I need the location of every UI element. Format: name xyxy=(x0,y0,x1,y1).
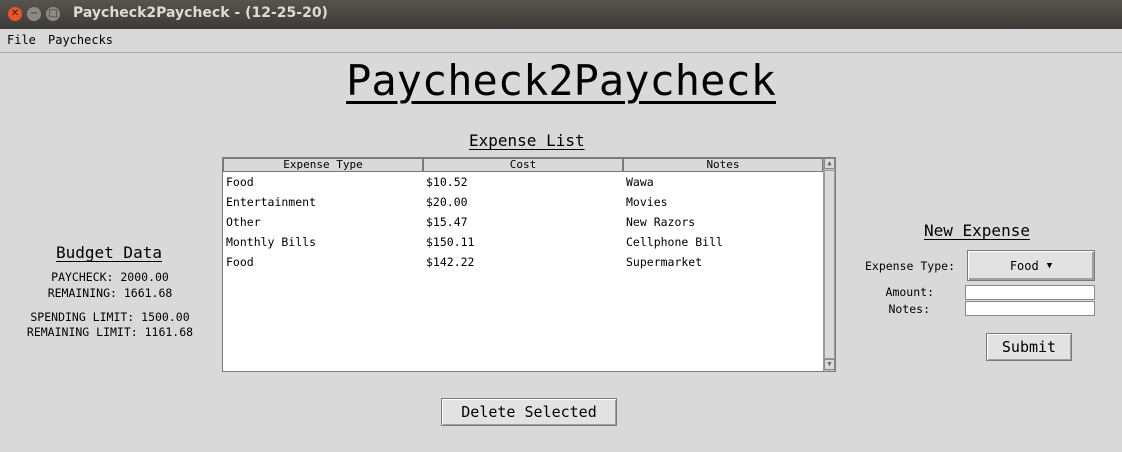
cell-expense-type: Food xyxy=(226,255,254,269)
cell-notes: Supermarket xyxy=(626,255,703,269)
cell-notes: Cellphone Bill xyxy=(626,235,723,249)
column-notes[interactable]: Notes xyxy=(623,158,823,172)
table-header: Expense Type Cost Notes xyxy=(223,158,823,172)
cell-expense-type: Monthly Bills xyxy=(226,235,317,249)
expense-list-heading: Expense List xyxy=(469,131,585,150)
table-row[interactable]: Entertainment $20.00 Movies xyxy=(223,192,823,212)
window-title: Paycheck2Paycheck - (12-25-20) xyxy=(73,5,328,21)
remaining-value: REMAINING: 1661.68 xyxy=(47,286,173,300)
scroll-up-icon[interactable]: ▲ xyxy=(824,158,835,169)
cell-notes: New Razors xyxy=(626,215,696,229)
app-title: Paycheck2Paycheck xyxy=(346,56,776,105)
cell-cost: $142.22 xyxy=(426,255,475,269)
paycheck-value: PAYCHECK: 2000.00 xyxy=(51,270,169,284)
cell-cost: $10.52 xyxy=(426,175,468,189)
menu-file[interactable]: File xyxy=(7,33,36,47)
column-expense-type[interactable]: Expense Type xyxy=(223,158,423,172)
remaining-limit-value: REMAINING LIMIT: 1161.68 xyxy=(26,325,194,339)
cell-expense-type: Food xyxy=(226,175,254,189)
amount-label: Amount: xyxy=(885,285,934,299)
delete-selected-button[interactable]: Delete Selected xyxy=(441,398,617,426)
minimize-window-icon[interactable]: − xyxy=(27,7,41,21)
expense-type-dropdown[interactable]: Food ▼ xyxy=(967,250,1095,281)
amount-field[interactable] xyxy=(965,285,1095,300)
expense-type-label: Expense Type: xyxy=(864,259,955,273)
table-row[interactable]: Food $142.22 Supermarket xyxy=(223,252,823,272)
table-row[interactable]: Food $10.52 Wawa xyxy=(223,172,823,192)
cell-expense-type: Entertainment xyxy=(226,195,317,209)
expense-type-value: Food xyxy=(1009,258,1039,273)
scroll-down-icon[interactable]: ▼ xyxy=(824,359,835,370)
menu-paychecks[interactable]: Paychecks xyxy=(48,33,113,47)
cell-notes: Movies xyxy=(626,195,668,209)
table-row[interactable]: Other $15.47 New Razors xyxy=(223,212,823,232)
table-row[interactable]: Monthly Bills $150.11 Cellphone Bill xyxy=(223,232,823,252)
table-body: Food $10.52 Wawa Entertainment $20.00 Mo… xyxy=(223,172,823,272)
notes-field[interactable] xyxy=(965,301,1095,316)
cell-cost: $150.11 xyxy=(426,235,475,249)
cell-notes: Wawa xyxy=(626,175,654,189)
chevron-down-icon: ▼ xyxy=(1046,260,1053,271)
submit-button[interactable]: Submit xyxy=(986,333,1072,361)
cell-cost: $15.47 xyxy=(426,215,468,229)
budget-heading: Budget Data xyxy=(56,243,162,262)
new-expense-heading: New Expense xyxy=(924,221,1030,240)
cell-expense-type: Other xyxy=(226,215,261,229)
maximize-window-icon[interactable]: □ xyxy=(46,7,60,21)
notes-label: Notes: xyxy=(888,302,930,316)
column-cost[interactable]: Cost xyxy=(423,158,623,172)
menubar: File Paychecks xyxy=(0,29,1122,53)
expense-table[interactable]: Expense Type Cost Notes Food $10.52 Wawa… xyxy=(222,157,836,372)
close-window-icon[interactable]: ✕ xyxy=(8,7,22,21)
table-scrollbar[interactable]: ▲ ▼ xyxy=(823,158,835,371)
spending-limit-value: SPENDING LIMIT: 1500.00 xyxy=(30,310,190,324)
window-titlebar: ✕ − □ Paycheck2Paycheck - (12-25-20) xyxy=(0,0,1122,29)
scrollbar-thumb[interactable] xyxy=(824,170,835,359)
cell-cost: $20.00 xyxy=(426,195,468,209)
